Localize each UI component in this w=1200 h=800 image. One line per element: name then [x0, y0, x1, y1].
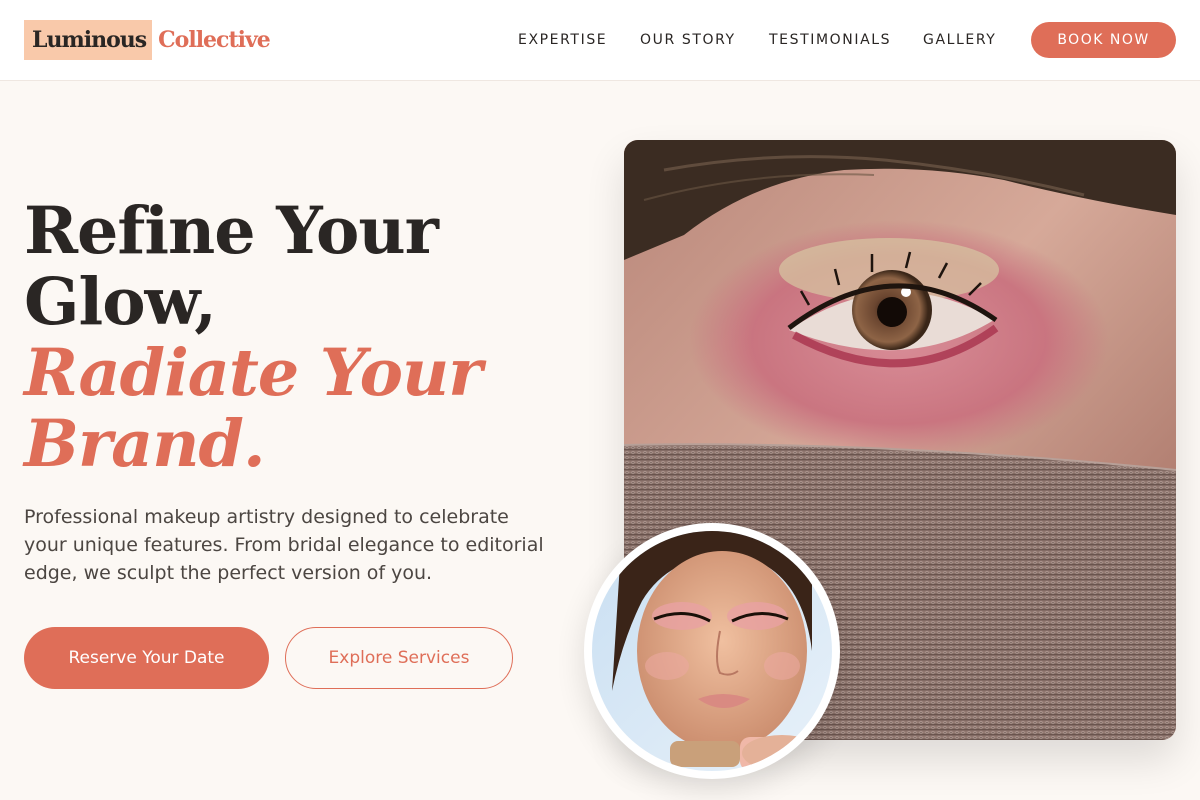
nav-link-our-story[interactable]: OUR STORY	[640, 0, 736, 80]
explore-services-button[interactable]: Explore Services	[285, 627, 513, 689]
nav-link-expertise[interactable]: EXPERTISE	[518, 0, 607, 80]
hero-headline: Refine Your Glow, Radiate Your Brand.	[24, 196, 584, 480]
nav-link-gallery[interactable]: GALLERY	[923, 0, 996, 80]
hero-description: Professional makeup artistry designed to…	[24, 506, 544, 584]
portrait-inset-image	[584, 523, 840, 779]
book-now-button[interactable]: BOOK NOW	[1031, 22, 1176, 58]
headline-accent-line-1: Radiate Your	[24, 335, 483, 411]
headline-line-1: Refine Your	[24, 193, 439, 269]
site-header: Luminous Collective EXPERTISE OUR STORY …	[0, 0, 1200, 81]
nav-link-testimonials[interactable]: TESTIMONIALS	[769, 0, 891, 80]
logo-word-luminous: Luminous	[24, 20, 153, 60]
headline-accent-line-2: Brand.	[24, 406, 266, 482]
logo-word-collective: Collective	[158, 27, 271, 53]
headline-line-2: Glow,	[24, 264, 217, 340]
brand-logo[interactable]: Luminous Collective	[24, 20, 271, 60]
reserve-date-button[interactable]: Reserve Your Date	[24, 627, 269, 689]
